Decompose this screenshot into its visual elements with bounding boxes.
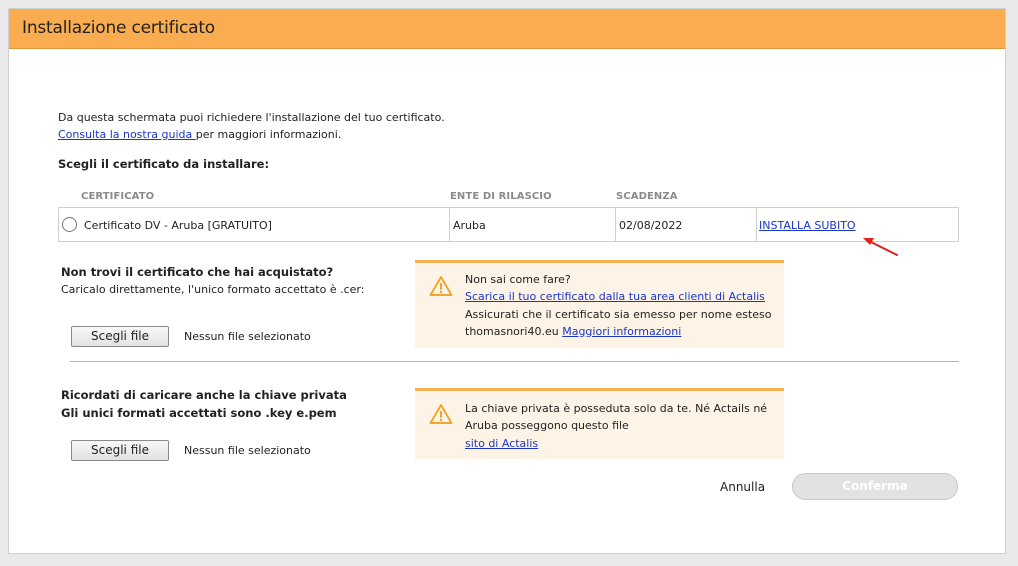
actalis-site-link[interactable]: sito di Actalis	[465, 437, 538, 450]
section-divider	[70, 361, 959, 362]
dialog-title: Installazione certificato	[22, 18, 215, 38]
certificate-expiry: 02/08/2022	[619, 219, 683, 232]
install-now-link[interactable]: INSTALLA SUBITO	[759, 219, 856, 232]
choose-key-file-button[interactable]: Scegli file	[71, 440, 169, 461]
column-header-certificate: CERTIFICATO	[81, 191, 155, 202]
cancel-button[interactable]: Annulla	[720, 480, 765, 494]
cell-divider	[449, 208, 450, 241]
warning-icon	[429, 276, 453, 296]
choose-certificate-title: Scegli il certificato da installare:	[58, 157, 270, 171]
key-file-status: Nessun file selezionato	[184, 444, 311, 457]
private-key-text: La chiave privata è posseduta solo da te…	[465, 400, 767, 452]
private-key-alert: La chiave privata è posseduta solo da te…	[415, 388, 784, 459]
more-info-link[interactable]: Maggiori informazioni	[562, 325, 681, 338]
download-cert-link[interactable]: Scarica il tuo certificato dalla tua are…	[465, 290, 765, 303]
warning-icon	[429, 404, 453, 424]
cert-upload-title: Non trovi il certificato che hai acquist…	[61, 265, 334, 279]
certificate-radio[interactable]	[62, 217, 77, 232]
column-header-issuer: ENTE DI RILASCIO	[450, 191, 552, 202]
cert-file-status: Nessun file selezionato	[184, 330, 311, 343]
red-arrow-annotation	[863, 238, 898, 256]
column-header-expiry: SCADENZA	[616, 191, 678, 202]
certificate-issuer: Aruba	[453, 219, 486, 232]
cert-upload-subtitle: Caricalo direttamente, l'unico formato a…	[61, 283, 365, 296]
key-upload-title: Ricordati di caricare anche la chiave pr…	[61, 388, 347, 402]
cell-divider	[615, 208, 616, 241]
key-upload-formats: Gli unici formati accettati sono .key e.…	[61, 406, 337, 420]
intro-line: Da questa schermata puoi richiedere l'in…	[58, 111, 445, 124]
guide-link[interactable]: Consulta la nostra guida	[58, 128, 196, 141]
confirm-button[interactable]: Conferma	[792, 473, 958, 500]
domain-name: thomasnori40.eu	[465, 324, 563, 338]
certificate-name: Certificato DV - Aruba [GRATUITO]	[84, 219, 272, 232]
cert-help-alert: Non sai come fare? Scarica il tuo certif…	[415, 260, 784, 348]
private-key-line: Aruba posseggono questo file	[465, 419, 629, 433]
certificate-table-row: Certificato DV - Aruba [GRATUITO] Aruba …	[58, 207, 959, 242]
intro-text: Da questa schermata puoi richiedere l'in…	[58, 109, 445, 143]
choose-cert-file-button[interactable]: Scegli file	[71, 326, 169, 347]
install-certificate-dialog: Installazione certificato Da questa sche…	[8, 8, 1006, 554]
dialog-header: Installazione certificato	[9, 9, 1005, 49]
cert-help-line: Assicurati che il certificato sia emesso…	[465, 307, 772, 321]
private-key-line: La chiave privata è posseduta solo da te…	[465, 402, 768, 415]
cert-help-line: Non sai come fare?	[465, 273, 571, 286]
cell-divider	[756, 208, 757, 241]
intro-guide-line: Consulta la nostra guida per maggiori in…	[58, 126, 445, 143]
intro-guide-suffix: per maggiori informazioni.	[195, 128, 342, 141]
cert-help-text: Non sai come fare? Scarica il tuo certif…	[465, 271, 772, 340]
